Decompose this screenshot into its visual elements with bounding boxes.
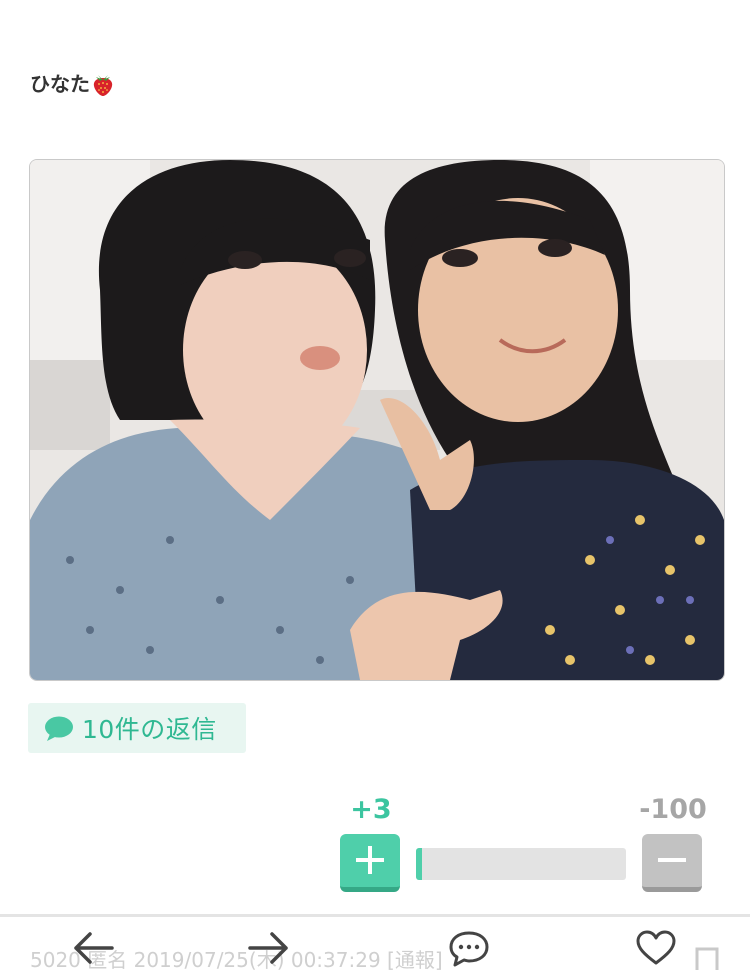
bottom-nav bbox=[0, 922, 750, 972]
vote-ratio-fill bbox=[416, 848, 423, 880]
bookmark-icon[interactable] bbox=[694, 946, 720, 974]
comment-icon[interactable] bbox=[448, 930, 490, 972]
replies-button[interactable]: 10件の返信 bbox=[28, 703, 246, 753]
back-arrow-icon[interactable] bbox=[72, 930, 116, 970]
vote-ratio-bar bbox=[416, 848, 626, 880]
divider bbox=[0, 914, 750, 917]
strawberry-icon bbox=[92, 71, 114, 97]
plus-vote-button[interactable] bbox=[340, 834, 400, 892]
plus-count: +3 bbox=[350, 794, 392, 825]
post-author-text: ひなた bbox=[30, 68, 114, 100]
plus-icon bbox=[356, 846, 384, 874]
minus-icon bbox=[658, 858, 686, 862]
author-name: ひなた bbox=[30, 72, 90, 96]
speech-bubble-icon bbox=[45, 716, 73, 741]
post-photo[interactable] bbox=[29, 159, 725, 681]
heart-icon[interactable] bbox=[636, 930, 676, 970]
minus-vote-button[interactable] bbox=[642, 834, 702, 892]
minus-count: -100 bbox=[639, 794, 707, 825]
replies-label: 10件の返信 bbox=[82, 715, 217, 744]
forward-arrow-icon[interactable] bbox=[246, 930, 290, 970]
